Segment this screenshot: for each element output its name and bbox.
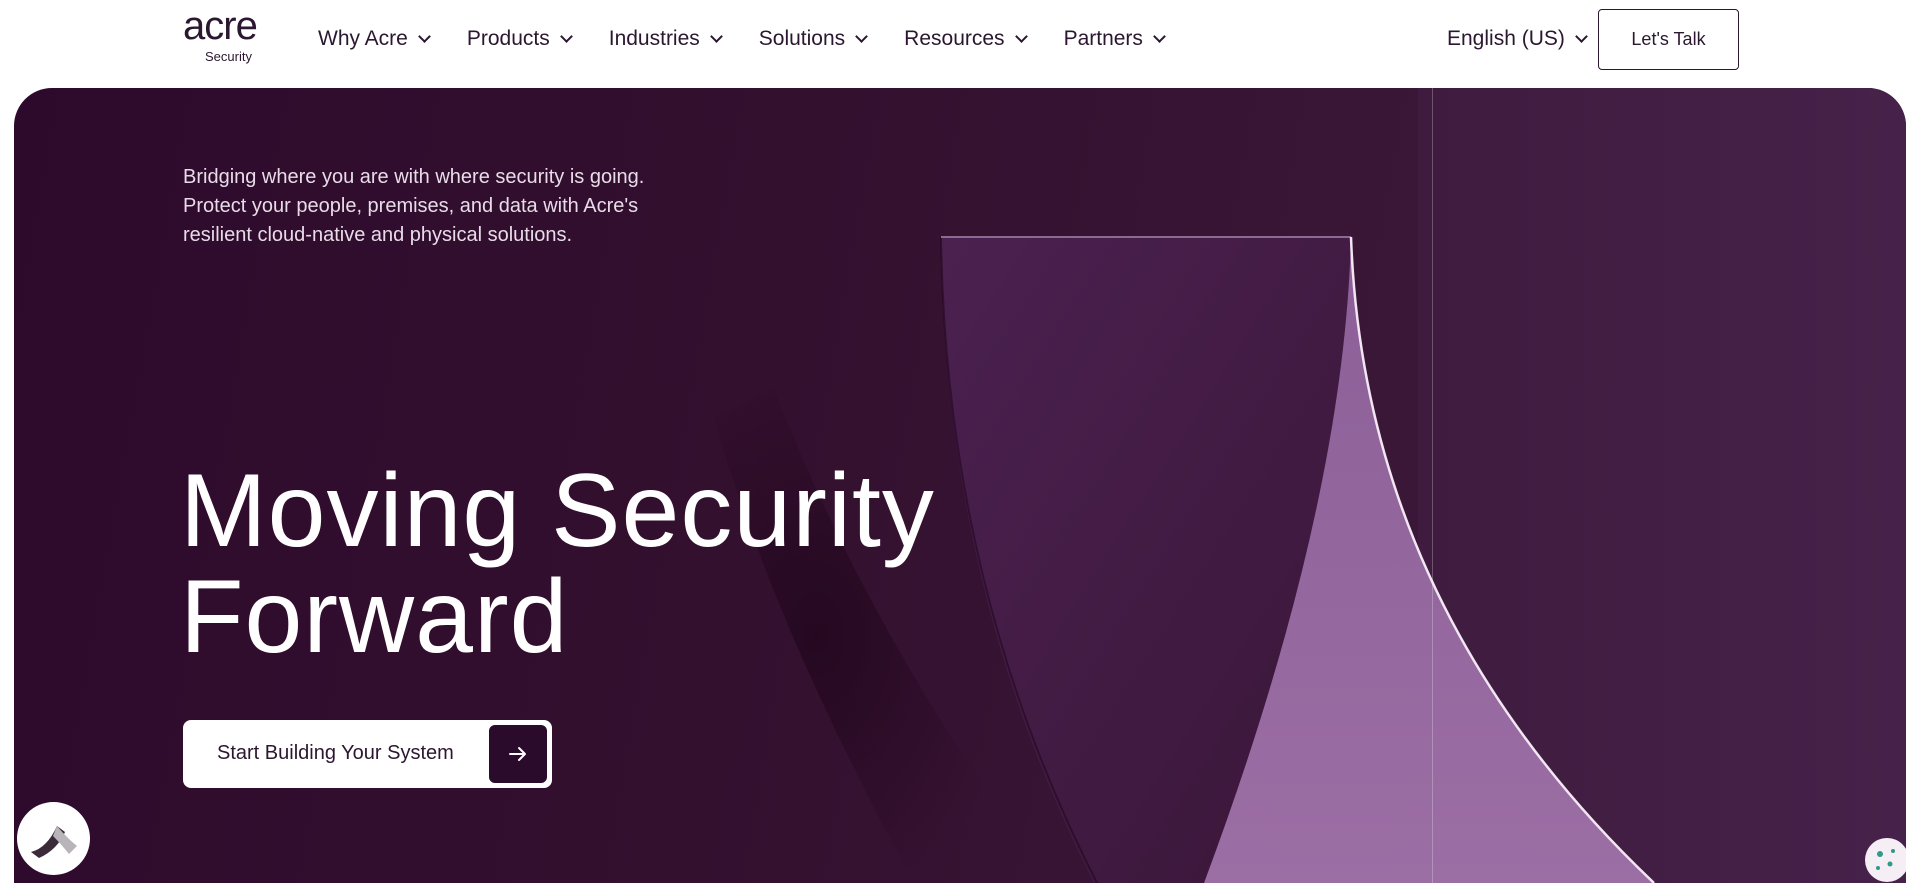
headline-line-1: Moving Security (180, 453, 935, 569)
chevron-down-icon (417, 30, 431, 43)
chevron-down-icon (1153, 30, 1166, 43)
cookie-icon[interactable] (1860, 830, 1906, 883)
chevron-down-icon (1014, 30, 1028, 43)
hero-intro: Bridging where you are with where securi… (183, 166, 645, 246)
language-selector[interactable]: English (US) (1447, 24, 1588, 54)
nav-item-label: Why Acre (318, 27, 408, 50)
language-label: English (US) (1447, 27, 1565, 50)
nav-item-partners[interactable]: Partners (1063, 24, 1166, 54)
acre-logo[interactable]: acre Security (183, 6, 275, 66)
headline-line-2: Forward (180, 559, 569, 675)
nav-item-label: Products (466, 27, 550, 50)
main-nav: Why Acre Products Industries Solutions R… (318, 24, 1202, 54)
chevron-down-icon (709, 30, 723, 43)
nav-item-label: Resources (904, 27, 1005, 50)
lets-talk-button[interactable]: Let's Talk (1598, 9, 1739, 70)
arrow-right-icon (489, 725, 547, 783)
logo-subtitle: Security (205, 49, 252, 64)
chevron-down-icon (559, 30, 573, 43)
nav-item-resources[interactable]: Resources (904, 24, 1028, 54)
nav-item-label: Industries (608, 27, 700, 50)
nav-item-label: Solutions (758, 27, 846, 50)
hero-headline: Moving Security Forward (180, 458, 1080, 670)
logo-wordmark: acre (183, 4, 258, 48)
cta-label: Start Building Your System (217, 742, 454, 764)
acre-mark-icon[interactable] (17, 802, 90, 875)
nav-item-why-acre[interactable]: Why Acre (318, 24, 431, 54)
site-header: acre Security Why Acre Products Industri… (0, 0, 1906, 88)
nav-item-industries[interactable]: Industries (608, 24, 723, 54)
nav-item-solutions[interactable]: Solutions (758, 24, 869, 54)
chevron-down-icon (1575, 30, 1588, 43)
hero-divider (1432, 88, 1433, 883)
hero-section: Bridging where you are with where securi… (14, 88, 1906, 883)
chevron-down-icon (855, 30, 869, 43)
nav-item-label: Partners (1063, 27, 1143, 50)
nav-item-products[interactable]: Products (466, 24, 573, 54)
start-building-button[interactable]: Start Building Your System (183, 720, 552, 788)
